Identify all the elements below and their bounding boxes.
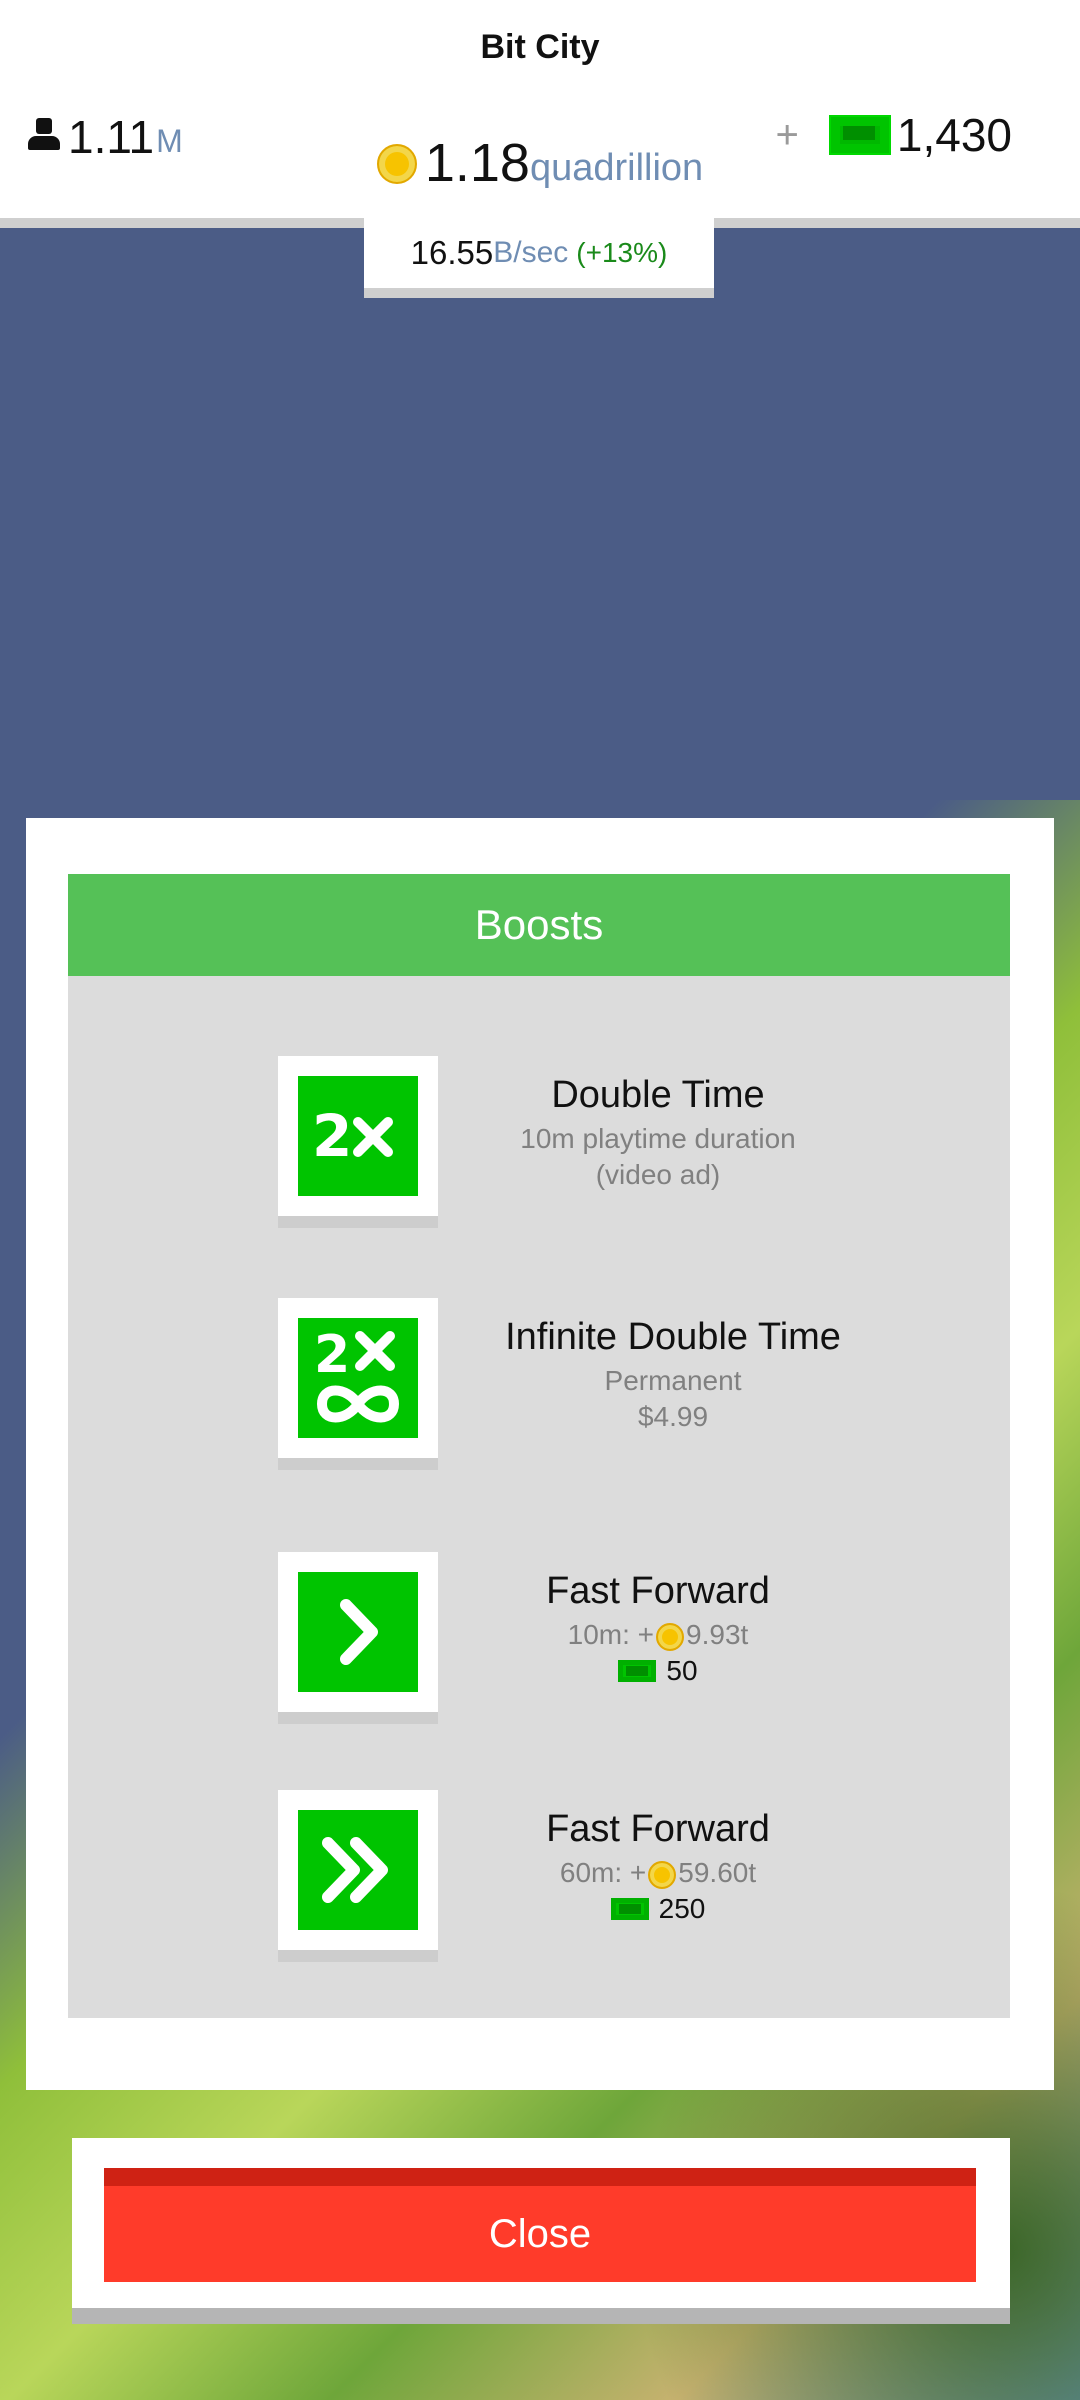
income-rate: 16.55 B/sec (+13%) — [364, 218, 714, 298]
boost-cost: 250 — [453, 1893, 863, 1925]
cost-value: 50 — [666, 1655, 698, 1686]
close-button[interactable]: Close — [104, 2168, 976, 2282]
boost-duration: Permanent — [604, 1365, 742, 1396]
add-cash-button[interactable]: + — [776, 113, 799, 158]
infinite-double-time-icon: 2 — [298, 1318, 418, 1438]
rate-value: 16.55 — [410, 234, 494, 271]
cash-icon — [828, 115, 891, 155]
rate-bonus: (+13%) — [576, 237, 668, 268]
svg-text:2: 2 — [312, 1106, 352, 1166]
boost-double-time[interactable]: 2 Double Time 10m playtime duration (vid… — [278, 1056, 978, 1228]
reward-value: 59.60t — [678, 1857, 757, 1888]
coin-icon — [376, 144, 417, 184]
dialog-title: Boosts — [68, 874, 1010, 976]
reward-prefix: 60m: + — [559, 1857, 647, 1888]
app-title: Bit City — [480, 28, 600, 66]
rate-unit: B/sec — [493, 236, 569, 269]
boost-title: Infinite Double Time — [505, 1316, 841, 1358]
double-time-icon: 2 — [298, 1076, 418, 1196]
cash-icon — [618, 1660, 657, 1682]
boost-tile[interactable]: 2 — [278, 1056, 438, 1228]
boost-title: Fast Forward — [546, 1808, 770, 1850]
boost-tile[interactable]: 2 — [278, 1298, 438, 1470]
coin-unit: quadrillion — [529, 147, 704, 189]
cash-balance[interactable]: + 1,430 — [776, 108, 1012, 162]
boost-cost: 50 — [453, 1655, 863, 1687]
svg-text:2: 2 — [314, 1326, 350, 1385]
boosts-list: 2 Double Time 10m playtime duration (vid… — [68, 976, 1010, 2018]
boost-text: Fast Forward 10m: + 9.93t 50 — [453, 1570, 863, 1687]
cost-value: 250 — [658, 1893, 706, 1924]
boost-price: $4.99 — [637, 1401, 709, 1432]
fast-forward-icon — [298, 1572, 418, 1692]
boosts-dialog: Boosts 2 Double Time 10m playtime durati… — [26, 818, 1054, 2090]
fast-forward-double-icon — [298, 1810, 418, 1930]
cash-icon — [610, 1898, 649, 1920]
coin-icon — [648, 1860, 677, 1889]
coin-value: 1.18 — [424, 133, 530, 193]
boost-reward: 10m: + 9.93t — [453, 1617, 863, 1653]
boost-note: (video ad) — [595, 1159, 721, 1190]
boost-title: Double Time — [551, 1074, 765, 1116]
close-container: Close — [72, 2138, 1010, 2324]
boost-text: Infinite Double Time Permanent $4.99 — [453, 1316, 893, 1435]
reward-value: 9.93t — [686, 1619, 749, 1650]
boost-duration: 10m playtime duration — [520, 1123, 796, 1154]
boost-text: Double Time 10m playtime duration (video… — [453, 1074, 863, 1193]
boost-title: Fast Forward — [546, 1570, 770, 1612]
boost-infinite-double-time[interactable]: 2 Infinite Double Time Permanent $4.99 — [278, 1298, 978, 1470]
reward-prefix: 10m: + — [567, 1619, 655, 1650]
coin-icon — [656, 1622, 685, 1651]
boost-tile[interactable] — [278, 1790, 438, 1962]
boost-fast-forward-60m[interactable]: Fast Forward 60m: + 59.60t 250 — [278, 1790, 978, 1962]
boost-reward: 60m: + 59.60t — [453, 1855, 863, 1891]
cash-value: 1,430 — [896, 109, 1012, 161]
boost-tile[interactable] — [278, 1552, 438, 1724]
boost-text: Fast Forward 60m: + 59.60t 250 — [453, 1808, 863, 1925]
boost-fast-forward-10m[interactable]: Fast Forward 10m: + 9.93t 50 — [278, 1552, 978, 1724]
top-bar: Bit City 1.11 M 1.18 quadrillion + 1,430 — [0, 0, 1080, 228]
